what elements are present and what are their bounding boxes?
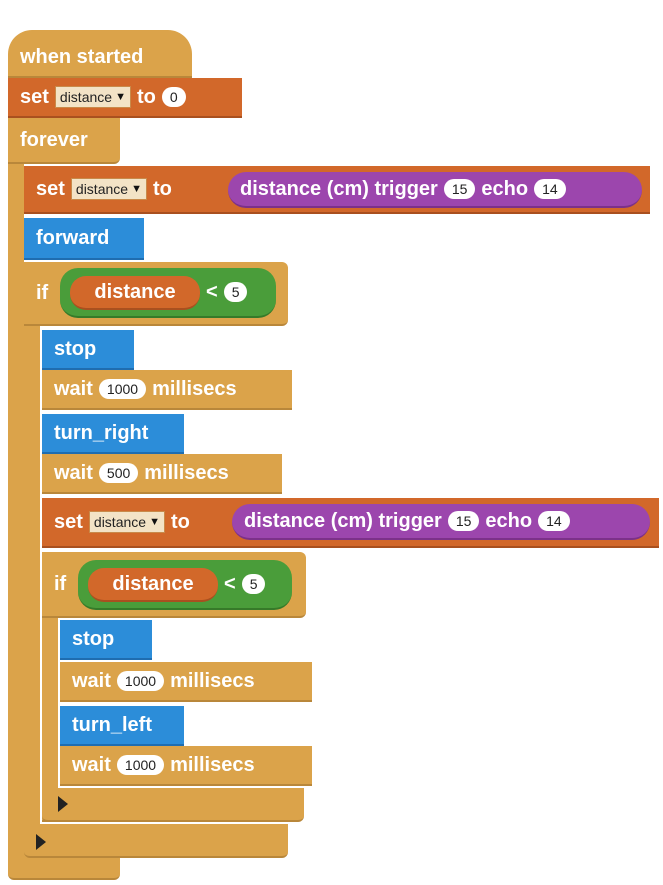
expand-arrow-icon[interactable] [58, 796, 68, 812]
unit-label: millisecs [144, 461, 229, 484]
distance-variable-reporter[interactable]: distance [88, 568, 218, 602]
less-than-operator: < [206, 280, 218, 303]
echo-input[interactable]: 14 [538, 511, 570, 531]
stop-label: stop [54, 337, 97, 360]
distance-sensor-block-1[interactable]: distance (cm) trigger 15 echo 14 [228, 172, 642, 208]
turn-right-label: turn_right [54, 421, 149, 444]
wait-block-3[interactable]: wait 1000 millisecs [60, 662, 312, 702]
turn-left-block[interactable]: turn_left [60, 706, 184, 746]
stop-label: stop [72, 627, 115, 650]
sensor-label: distance (cm) trigger [244, 509, 442, 532]
variable-label: distance [94, 280, 176, 303]
if-block-1-spine [24, 262, 40, 842]
set-distance-initial-block[interactable]: set distance ▼ to 0 [8, 78, 242, 118]
chevron-down-icon: ▼ [115, 91, 126, 103]
variable-dropdown[interactable]: distance ▼ [70, 178, 147, 200]
variable-dropdown[interactable]: distance ▼ [54, 86, 131, 108]
expand-arrow-icon[interactable] [36, 834, 46, 850]
if-block-2[interactable]: if distance < 5 [42, 552, 306, 618]
wait-value-input[interactable]: 1000 [116, 671, 165, 691]
to-label: to [170, 510, 190, 533]
unit-label: millisecs [170, 669, 255, 692]
set-label: set [20, 85, 49, 108]
forward-block[interactable]: forward [24, 218, 144, 260]
trigger-input[interactable]: 15 [447, 511, 480, 531]
echo-label: echo [485, 509, 533, 532]
set-label: set [36, 177, 65, 200]
chevron-down-icon: ▼ [131, 183, 142, 195]
wait-label: wait [72, 753, 111, 776]
turn-right-block[interactable]: turn_right [42, 414, 184, 454]
forever-block[interactable]: forever [8, 118, 120, 164]
wait-label: wait [54, 377, 93, 400]
wait-value-input[interactable]: 500 [98, 463, 139, 483]
wait-label: wait [72, 669, 111, 692]
echo-input[interactable]: 14 [534, 179, 566, 199]
if-block-2-bottom [42, 788, 304, 822]
set-distance-sensor-block-2[interactable]: set distance ▼ to distance (cm) trigger 1… [42, 498, 659, 548]
if-block-1-bottom [24, 824, 288, 858]
forever-loop-spine [8, 118, 24, 870]
if-label: if [54, 572, 67, 595]
stop-block-1[interactable]: stop [42, 330, 134, 370]
variable-label: distance [112, 572, 194, 595]
trigger-input[interactable]: 15 [443, 179, 476, 199]
to-label: to [152, 177, 172, 200]
value-input[interactable]: 0 [161, 87, 186, 107]
compare-block-2[interactable]: distance < 5 [78, 560, 292, 610]
wait-block-1[interactable]: wait 1000 millisecs [42, 370, 292, 410]
sensor-label: distance (cm) trigger [240, 177, 438, 200]
wait-value-input[interactable]: 1000 [98, 379, 147, 399]
set-distance-sensor-block-1[interactable]: set distance ▼ to distance (cm) trigger 1… [24, 166, 650, 214]
stop-block-2[interactable]: stop [60, 620, 152, 660]
forward-label: forward [36, 226, 110, 249]
if-block-1[interactable]: if distance < 5 [24, 262, 288, 326]
compare-value-input[interactable]: 5 [241, 574, 266, 594]
unit-label: millisecs [170, 753, 255, 776]
chevron-down-icon: ▼ [149, 516, 160, 528]
wait-label: wait [54, 461, 93, 484]
echo-label: echo [481, 177, 529, 200]
unit-label: millisecs [152, 377, 237, 400]
when-started-label: when started [20, 45, 144, 68]
wait-value-input[interactable]: 1000 [116, 755, 165, 775]
set-label: set [54, 510, 83, 533]
to-label: to [136, 85, 156, 108]
distance-variable-reporter[interactable]: distance [70, 276, 200, 310]
when-started-block[interactable]: when started [8, 30, 192, 78]
wait-block-4[interactable]: wait 1000 millisecs [60, 746, 312, 786]
compare-block-1[interactable]: distance < 5 [60, 268, 276, 318]
if-label: if [36, 281, 49, 304]
distance-sensor-block-2[interactable]: distance (cm) trigger 15 echo 14 [232, 504, 650, 540]
variable-dropdown[interactable]: distance ▼ [88, 511, 165, 533]
turn-left-label: turn_left [72, 713, 152, 736]
wait-block-2[interactable]: wait 500 millisecs [42, 454, 282, 494]
compare-value-input[interactable]: 5 [223, 282, 248, 302]
forever-label: forever [20, 128, 88, 151]
less-than-operator: < [224, 572, 236, 595]
